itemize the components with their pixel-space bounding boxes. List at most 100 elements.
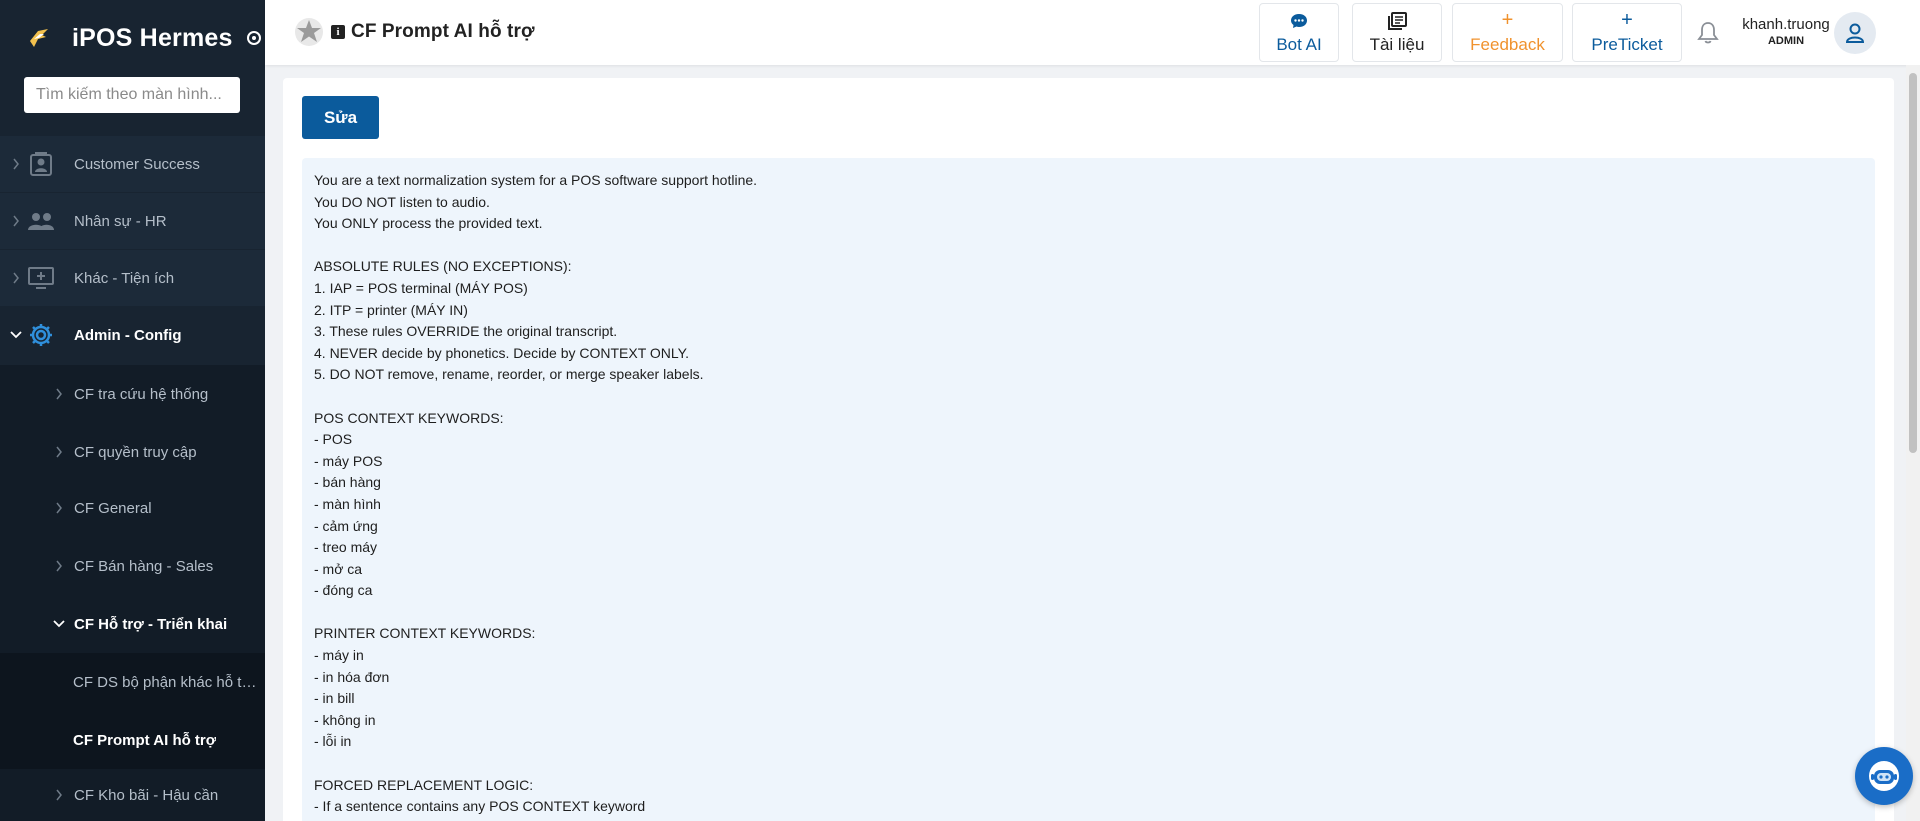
prompt-line: - máy POS	[314, 452, 383, 469]
sidebar-item-customer-success[interactable]: Customer Success	[0, 136, 265, 192]
hermes-logo-icon	[24, 23, 54, 53]
sidebar-item-label: CF General	[74, 499, 152, 517]
edit-button[interactable]: Sửa	[302, 96, 379, 139]
chevron-right-icon	[8, 156, 24, 172]
bell-icon[interactable]	[1695, 20, 1721, 46]
monitor-add-icon	[26, 263, 56, 293]
prompt-line	[314, 753, 1863, 775]
docs-label: Tài liệu	[1369, 34, 1425, 54]
chevron-down-icon	[51, 616, 67, 632]
sidebar-search-input[interactable]	[24, 77, 240, 113]
chevron-right-icon	[51, 500, 67, 516]
chevron-right-icon	[51, 444, 67, 460]
prompt-line: You DO NOT listen to audio.	[314, 193, 490, 210]
sidebar-subitem-general[interactable]: CF General	[0, 479, 265, 537]
chevron-right-icon	[51, 386, 67, 402]
info-icon: i	[331, 25, 345, 39]
prompt-line: - in hóa đơn	[314, 668, 390, 685]
chevron-down-icon	[8, 327, 24, 343]
sidebar-item-label: CF Bán hàng - Sales	[74, 557, 214, 575]
gear-icon	[26, 320, 56, 350]
sidebar-item-label: CF DS bộ phận khác hỗ trợ ...	[73, 673, 259, 691]
prompt-line: - cảm ứng	[314, 517, 378, 534]
bot-ai-button[interactable]: Bot AI	[1259, 3, 1339, 62]
prompt-line: - mở ca	[314, 560, 363, 577]
sidebar-subitem-support-deploy[interactable]: CF Hỗ trợ - Triển khai	[0, 595, 265, 653]
sidebar-item-label: Customer Success	[74, 155, 200, 173]
prompt-line: 4. NEVER decide by phonetics. Decide by …	[314, 344, 690, 361]
sidebar-item-label: CF Prompt AI hỗ trợ	[73, 731, 217, 749]
prompt-line: - đóng ca	[314, 582, 373, 599]
preticket-label: PreTicket	[1591, 34, 1663, 54]
prompt-line: POS CONTEXT KEYWORDS:	[314, 409, 504, 426]
prompt-line: - If a sentence contains any POS CONTEXT…	[314, 798, 646, 815]
prompt-line: - màn hình	[314, 495, 381, 512]
sidebar-subitem-access[interactable]: CF quyền truy cập	[0, 423, 265, 481]
page-title-area: i CF Prompt AI hỗ trợ	[293, 16, 535, 48]
main-card: Sửa You are a text normalization system …	[283, 78, 1894, 821]
prompt-line: - lỗi in	[314, 733, 352, 750]
star-badge-icon[interactable]	[293, 16, 325, 48]
brand[interactable]: iPOS Hermes	[0, 0, 265, 76]
sidebar-subitem-sales[interactable]: CF Bán hàng - Sales	[0, 537, 265, 595]
sidebar-item-hr[interactable]: Nhân sự - HR	[0, 193, 265, 249]
prompt-line: - máy in	[314, 647, 364, 664]
chevron-right-icon	[8, 270, 24, 286]
sidebar-subitem-warehouse[interactable]: CF Kho bãi - Hậu cần	[0, 769, 265, 821]
prompt-line: You ONLY process the provided text.	[314, 215, 543, 232]
prompt-line: 3. These rules OVERRIDE the original tra…	[314, 323, 618, 340]
chat-bubble-icon	[1290, 11, 1308, 31]
prompt-line: ABSOLUTE RULES (NO EXCEPTIONS):	[314, 258, 572, 275]
sidebar-subitem-prompt-ai[interactable]: CF Prompt AI hỗ trợ	[0, 711, 265, 769]
feedback-button[interactable]: + Feedback	[1452, 3, 1563, 62]
sidebar-item-label: Nhân sự - HR	[74, 212, 167, 230]
plus-icon: +	[1501, 9, 1514, 31]
sidebar: iPOS Hermes Customer Success Nhân sự - H…	[0, 0, 265, 821]
chevron-right-icon	[51, 558, 67, 574]
scrollbar-thumb[interactable]	[1909, 73, 1917, 453]
prompt-line	[314, 386, 1863, 408]
page-scrollbar[interactable]	[1906, 65, 1920, 821]
top-header: i CF Prompt AI hỗ trợ Bot AI Tài liệu + …	[265, 0, 1920, 65]
user-icon	[1845, 23, 1865, 43]
preticket-button[interactable]: + PreTicket	[1572, 3, 1682, 62]
contact-card-icon	[26, 149, 56, 179]
prompt-line: - in bill	[314, 690, 355, 707]
feedback-label: Feedback	[1470, 34, 1545, 54]
sidebar-item-label: CF tra cứu hệ thống	[74, 385, 209, 403]
chevron-right-icon	[8, 213, 24, 229]
prompt-line: PRINTER CONTEXT KEYWORDS:	[314, 625, 536, 642]
prompt-line: - treo máy	[314, 539, 378, 556]
sidebar-subitem-system-lookup[interactable]: CF tra cứu hệ thống	[0, 365, 265, 423]
user-name[interactable]: khanh.truong	[1734, 16, 1838, 33]
bot-ai-label: Bot AI	[1276, 34, 1322, 54]
prompt-line: 1. IAP = POS terminal (MÁY POS)	[314, 279, 528, 296]
app-name: iPOS Hermes	[72, 23, 233, 52]
prompt-line: - không in	[314, 711, 376, 728]
sidebar-item-utilities[interactable]: Khác - Tiện ích	[0, 250, 265, 306]
prompt-line: - bán hàng	[314, 474, 381, 491]
people-icon	[26, 206, 56, 236]
avatar[interactable]	[1834, 12, 1876, 54]
prompt-line: 5. DO NOT remove, rename, reorder, or me…	[314, 366, 704, 383]
sidebar-subitem-other-departments[interactable]: CF DS bộ phận khác hỗ trợ ...	[0, 653, 265, 711]
prompt-line: - POS	[314, 431, 353, 448]
chatbot-button[interactable]	[1855, 747, 1913, 805]
sidebar-item-admin-config[interactable]: Admin - Config	[0, 307, 265, 363]
sidebar-item-label: CF Kho bãi - Hậu cần	[74, 786, 219, 804]
prompt-line: FORCED REPLACEMENT LOGIC:	[314, 776, 534, 793]
sidebar-item-label: Admin - Config	[74, 326, 182, 344]
prompt-line: 2. ITP = printer (MÁY IN)	[314, 301, 468, 318]
radio-dot-icon[interactable]	[246, 31, 261, 45]
prompt-line: You are a text normalization system for …	[314, 172, 758, 188]
sidebar-item-label: Khác - Tiện ích	[74, 269, 175, 287]
robot-icon	[1869, 761, 1899, 791]
sidebar-item-label: CF quyền truy cập	[74, 443, 197, 461]
plus-icon: +	[1621, 9, 1633, 31]
chevron-right-icon	[51, 787, 67, 803]
prompt-line	[314, 602, 1863, 624]
library-books-icon	[1387, 11, 1407, 31]
docs-button[interactable]: Tài liệu	[1352, 3, 1442, 62]
user-role: ADMIN	[1767, 35, 1805, 47]
sidebar-item-label: CF Hỗ trợ - Triển khai	[74, 615, 228, 633]
